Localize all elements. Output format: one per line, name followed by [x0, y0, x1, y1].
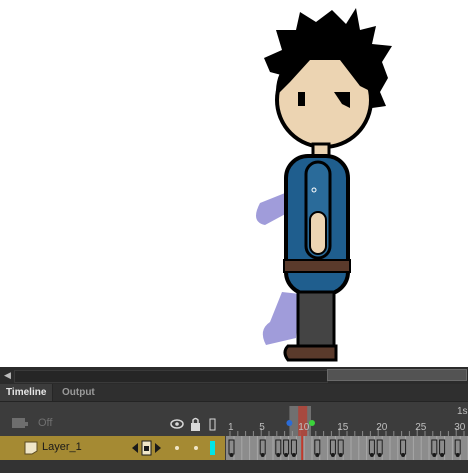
visibility-dot[interactable]	[175, 446, 179, 450]
layer-controls	[132, 440, 215, 456]
keyframe-span	[454, 439, 461, 455]
keyframe	[260, 453, 265, 457]
timeline-footer	[0, 460, 468, 473]
keyframe-span	[228, 439, 235, 455]
keyframe-span	[283, 439, 290, 455]
keyframe	[377, 453, 382, 457]
frame-number: 1	[228, 422, 234, 433]
keyframe-span	[368, 439, 375, 455]
frame-number: 20	[376, 422, 388, 433]
keyframe	[229, 453, 234, 457]
keyframes[interactable]	[226, 436, 468, 460]
lock-dot[interactable]	[194, 446, 198, 450]
keyframe-span	[337, 439, 344, 455]
layer-row[interactable]: Layer_1	[0, 436, 468, 460]
keyframe-span	[400, 439, 407, 455]
keyframe	[338, 453, 343, 457]
scroll-left-arrow-icon[interactable]: ◀	[4, 370, 11, 381]
keyframe-span	[275, 439, 282, 455]
scroll-track[interactable]	[14, 370, 328, 383]
keyframe	[369, 453, 374, 457]
layer-color-swatch[interactable]	[210, 441, 215, 455]
keyframe	[401, 453, 406, 457]
outline-icon[interactable]	[209, 418, 216, 431]
onion-end-marker	[309, 420, 315, 426]
keyframe	[291, 453, 296, 457]
layer-name-cell[interactable]: Layer_1	[0, 436, 225, 460]
stage	[0, 0, 468, 367]
next-key-icon[interactable]	[155, 443, 161, 453]
keyframe-span	[376, 439, 383, 455]
lock-icon[interactable]	[191, 417, 200, 432]
keyframe	[330, 453, 335, 457]
frame-number: 10	[298, 422, 310, 433]
keyframe	[315, 453, 320, 457]
onion-start-marker	[286, 420, 293, 426]
keyframe-span	[439, 439, 446, 455]
camera-icon[interactable]	[12, 418, 28, 428]
prev-key-icon[interactable]	[132, 443, 138, 453]
timeline-panel: Timeline Output Off 1s 1 5 10 15 20 25 3…	[0, 384, 468, 473]
keyframe-span	[290, 439, 297, 455]
panel-tabs: Timeline Output	[0, 384, 468, 402]
frame-number: 5	[259, 422, 265, 433]
frame-cells[interactable]	[226, 436, 468, 460]
off-label[interactable]: Off	[38, 417, 52, 429]
timeline-header: Off 1s 1 5 10 15 20 25 30	[0, 402, 468, 436]
keyframe	[284, 453, 289, 457]
keyframe-span	[314, 439, 321, 455]
keyframe	[276, 453, 281, 457]
tab-timeline[interactable]: Timeline	[0, 384, 54, 401]
keyframe-span	[431, 439, 438, 455]
seconds-marker: 1s	[457, 406, 468, 417]
horizontal-scrollbar[interactable]: ◀	[0, 367, 468, 384]
add-key-icon[interactable]	[141, 440, 152, 456]
tab-output[interactable]: Output	[56, 384, 101, 401]
character-drawing[interactable]	[0, 0, 468, 367]
keyframe	[432, 453, 437, 457]
scroll-thumb[interactable]	[327, 369, 467, 381]
keyframe	[455, 453, 460, 457]
keyframe-span	[329, 439, 336, 455]
frame-number: 15	[337, 422, 349, 433]
frame-number: 25	[415, 422, 427, 433]
eye-icon[interactable]	[170, 419, 184, 429]
layer-icon	[24, 441, 38, 455]
layer-name[interactable]: Layer_1	[42, 441, 82, 453]
frame-number: 30	[454, 422, 466, 433]
keyframe	[440, 453, 445, 457]
keyframe-span	[259, 439, 266, 455]
frame-ruler[interactable]	[0, 402, 468, 436]
